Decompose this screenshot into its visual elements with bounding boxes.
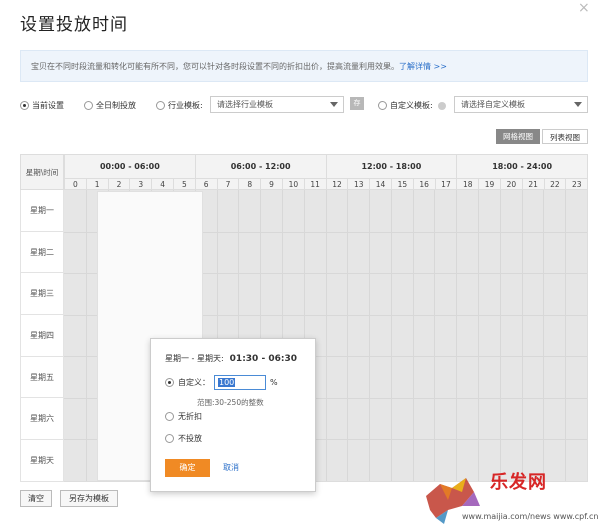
day-label: 星期天: [20, 440, 64, 482]
confirm-button[interactable]: 确定: [165, 459, 210, 477]
discount-input[interactable]: 100: [214, 375, 266, 390]
list-view-button[interactable]: 列表视图: [542, 129, 588, 144]
radio-custom-discount-icon[interactable]: [165, 378, 174, 387]
hour-label: 18: [456, 179, 478, 189]
hour-label: 22: [543, 179, 566, 189]
grid-divider: [325, 190, 327, 481]
time-range-header: 06:00 - 12:00: [194, 155, 326, 178]
hour-label: 16: [412, 179, 435, 189]
radio-current-icon[interactable]: [20, 101, 29, 110]
option-allday[interactable]: 全日制投放: [84, 100, 136, 111]
grid-divider: [499, 190, 501, 481]
option-custom-template[interactable]: 自定义模板:: [378, 100, 446, 111]
option-industry-template[interactable]: 行业模板:: [156, 100, 203, 111]
hour-label: 2: [107, 179, 130, 189]
notice-text: 宝贝在不同时段流量和转化可能有所不同，您可以针对各时段设置不同的折扣出价，提高流…: [31, 62, 399, 71]
percent-unit: %: [270, 378, 278, 387]
hour-label: 23: [565, 179, 587, 189]
grid-divider: [521, 190, 523, 481]
popup-range-time: 01:30 - 06:30: [229, 354, 297, 364]
hour-label: 7: [216, 179, 239, 189]
option-allday-label: 全日制投放: [96, 101, 136, 110]
radio-no-discount-icon[interactable]: [165, 412, 174, 421]
hour-label: 15: [390, 179, 413, 189]
industry-select-value: 请选择行业模板: [217, 100, 273, 109]
chevron-down-icon: [330, 102, 338, 107]
day-label: 星期六: [20, 398, 64, 441]
learn-more-link[interactable]: 了解详情 >>: [399, 62, 447, 71]
no-delivery-row[interactable]: 不投放: [165, 433, 202, 444]
chevron-down-icon: [574, 102, 582, 107]
info-notice: 宝贝在不同时段流量和转化可能有所不同，您可以针对各时段设置不同的折扣出价，提高流…: [20, 50, 588, 82]
close-icon[interactable]: ×: [578, 0, 590, 16]
custom-discount-row[interactable]: 自定义： 100 %: [165, 375, 278, 390]
day-label: 星期四: [20, 315, 64, 357]
hour-label: 1: [85, 179, 108, 189]
hour-label: 14: [369, 179, 391, 189]
custom-select-value: 请选择自定义模板: [461, 100, 525, 109]
radio-industry-icon[interactable]: [156, 101, 165, 110]
hour-label: 8: [238, 179, 260, 189]
time-range-header: 12:00 - 18:00: [325, 155, 457, 178]
hour-label: 11: [303, 179, 326, 189]
grid-divider: [85, 190, 87, 481]
no-discount-label: 无折扣: [178, 412, 202, 421]
hour-label: 4: [151, 179, 173, 189]
grid-corner-label: 星期\时间: [20, 154, 64, 190]
time-range-header: 18:00 - 24:00: [456, 155, 587, 178]
radio-allday-icon[interactable]: [84, 101, 93, 110]
no-delivery-label: 不投放: [178, 434, 202, 443]
dialog-title: 设置投放时间: [20, 15, 128, 35]
day-label: 星期二: [20, 231, 64, 274]
help-icon[interactable]: [437, 101, 446, 110]
grid-divider: [478, 190, 480, 481]
option-industry-label: 行业模板:: [168, 101, 203, 110]
day-label: 星期三: [20, 273, 64, 316]
hour-label: 3: [129, 179, 151, 189]
grid-divider: [347, 190, 349, 481]
hour-label: 10: [281, 179, 304, 189]
hour-label: 12: [325, 179, 348, 189]
grid-divider: [390, 190, 392, 481]
discount-range-hint: 范围:30-250的整数: [197, 398, 264, 407]
clear-button[interactable]: 清空: [20, 490, 52, 507]
option-current-settings[interactable]: 当前设置: [20, 100, 64, 111]
popup-range-label: 星期一 - 星期天:: [165, 354, 224, 363]
custom-discount-label: 自定义：: [178, 378, 210, 387]
grid-divider: [456, 190, 458, 481]
grid-divider: [543, 190, 545, 481]
time-cells[interactable]: [64, 190, 588, 482]
popup-title: 星期一 - 星期天: 01:30 - 06:30: [165, 353, 297, 364]
industry-template-select[interactable]: 请选择行业模板: [210, 96, 344, 113]
grid-divider: [565, 190, 567, 481]
radio-no-delivery-icon[interactable]: [165, 434, 174, 443]
hour-label: 6: [194, 179, 217, 189]
hour-label: 13: [347, 179, 369, 189]
watermark-logo-text: 乐发网: [490, 472, 547, 493]
grid-divider: [369, 190, 371, 481]
hour-label: 19: [478, 179, 500, 189]
hour-label: 0: [64, 179, 86, 189]
hour-label: 21: [521, 179, 544, 189]
save-template-button[interactable]: 存: [350, 97, 364, 110]
custom-template-select[interactable]: 请选择自定义模板: [454, 96, 588, 113]
option-current-label: 当前设置: [32, 101, 64, 110]
hour-label: 5: [172, 179, 195, 189]
save-as-template-button[interactable]: 另存为模板: [60, 490, 118, 507]
grid-divider: [412, 190, 414, 481]
radio-custom-icon[interactable]: [378, 101, 387, 110]
no-discount-row[interactable]: 无折扣: [165, 411, 202, 422]
grid-view-button[interactable]: 网格视图: [496, 129, 540, 144]
discount-popup: 星期一 - 星期天: 01:30 - 06:30 自定义： 100 % 范围:30…: [150, 338, 316, 492]
time-range-header: 00:00 - 06:00: [64, 155, 195, 178]
day-label: 星期一: [20, 190, 64, 232]
option-custom-label: 自定义模板:: [390, 101, 433, 110]
day-label: 星期五: [20, 356, 64, 399]
hour-label: 20: [499, 179, 522, 189]
watermark-url: www.maijia.com/news www.cpf.cn: [462, 512, 599, 521]
hour-label: 17: [434, 179, 457, 189]
cancel-link[interactable]: 取消: [223, 462, 239, 473]
grid-divider: [434, 190, 436, 481]
hour-label: 9: [260, 179, 282, 189]
